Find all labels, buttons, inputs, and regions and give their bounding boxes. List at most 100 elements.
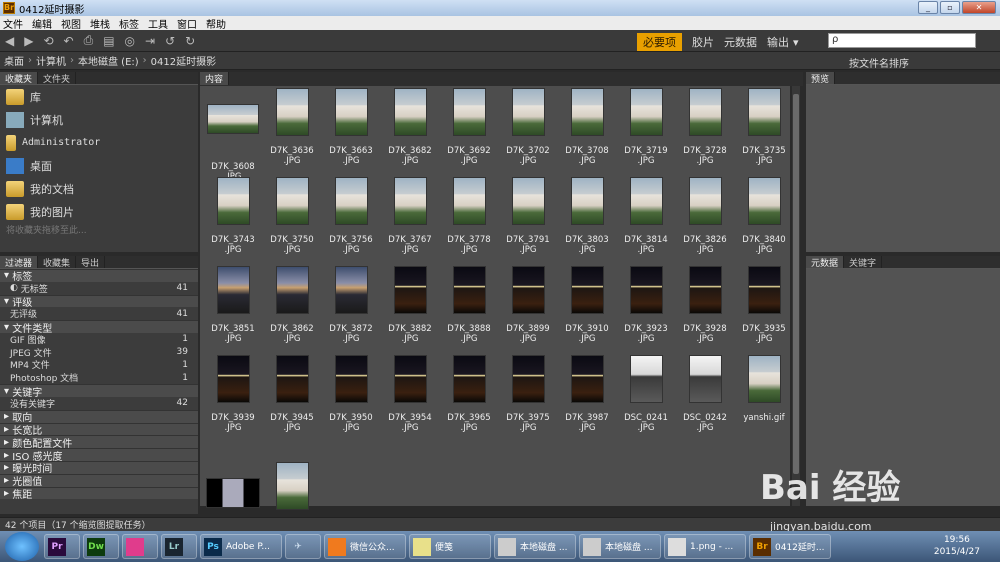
boomerang-icon[interactable]: ↶ bbox=[64, 34, 74, 48]
thumbnail-item[interactable]: D7K_3923 .JPG bbox=[617, 266, 675, 344]
thumbnail-item[interactable]: D7K_3756 .JPG bbox=[322, 177, 380, 255]
open-in-camera-raw-icon[interactable]: ◎ bbox=[125, 34, 135, 48]
favorite-item[interactable]: 桌面 bbox=[0, 154, 198, 177]
thumbnail-item[interactable]: D7K_3840 .JPG bbox=[735, 177, 793, 255]
thumbnail-item[interactable]: D7K_3750 .JPG bbox=[263, 177, 321, 255]
thumbnail-item[interactable]: D7K_3888 .JPG bbox=[440, 266, 498, 344]
thumbnail-item[interactable]: DSC_0241 .JPG bbox=[617, 355, 675, 433]
camera-icon[interactable]: ⎙ bbox=[84, 33, 94, 48]
thumbnail-item[interactable]: D7K_3702 .JPG bbox=[499, 88, 557, 166]
tab-preview[interactable]: 预览 bbox=[806, 72, 836, 85]
system-clock[interactable]: 19:56 2015/4/27 bbox=[934, 534, 980, 558]
favorite-item[interactable]: 计算机 bbox=[0, 108, 198, 131]
breadcrumb-drive[interactable]: 本地磁盘 (E:) bbox=[78, 53, 139, 68]
thumbnail-item[interactable]: D7K_3975 .JPG bbox=[499, 355, 557, 433]
taskbar-app-button[interactable]: 本地磁盘 ... bbox=[579, 534, 661, 559]
output-icon[interactable]: ⇥ bbox=[145, 34, 155, 48]
thumbnail-item[interactable]: D7K_3872 .JPG bbox=[322, 266, 380, 344]
favorite-item[interactable]: 我的图片 bbox=[0, 200, 198, 223]
tab-folders[interactable]: 文件夹 bbox=[38, 72, 77, 85]
filter-row[interactable]: MP4 文件 1 bbox=[0, 359, 198, 372]
taskbar-app-button[interactable] bbox=[122, 534, 158, 559]
menu-window[interactable]: 窗口 bbox=[177, 16, 197, 31]
filter-section-file-type[interactable]: ▾ 文件类型 bbox=[0, 320, 198, 335]
filter-section-color-profile[interactable]: ▸ 颜色配置文件 bbox=[0, 435, 198, 450]
filter-row[interactable]: Photoshop 文档 1 bbox=[0, 371, 198, 385]
workspace-output[interactable]: 输出 bbox=[767, 34, 789, 50]
filter-section-keywords[interactable]: ▾ 关键字 bbox=[0, 384, 198, 399]
thumbnail-item[interactable]: D7K_3663 .JPG bbox=[322, 88, 380, 166]
taskbar-app-button[interactable]: 本地磁盘 ... bbox=[494, 534, 576, 559]
thumbnail-item[interactable] bbox=[263, 462, 321, 510]
thumbnail-item[interactable]: D7K_3692 .JPG bbox=[440, 88, 498, 166]
thumbnail-item[interactable]: D7K_3636 .JPG bbox=[263, 88, 321, 166]
filter-section-aspect-ratio[interactable]: ▸ 长宽比 bbox=[0, 422, 198, 437]
thumbnail-item[interactable]: D7K_3882 .JPG bbox=[381, 266, 439, 344]
tab-keywords[interactable]: 关键字 bbox=[844, 256, 883, 269]
filter-section-iso[interactable]: ▸ ISO 感光度 bbox=[0, 448, 198, 463]
thumbnail-item[interactable]: DSC_0242 .JPG bbox=[676, 355, 734, 433]
recent-folder-icon[interactable]: ⟲ bbox=[43, 34, 53, 48]
thumbnail-item[interactable]: D7K_3928 .JPG bbox=[676, 266, 734, 344]
tab-content[interactable]: 内容 bbox=[200, 72, 230, 85]
filter-row[interactable]: 无评级 41 bbox=[0, 307, 198, 321]
filter-section-labels[interactable]: ▾ 标签 bbox=[0, 269, 198, 283]
tab-favorites[interactable]: 收藏夹 bbox=[0, 72, 39, 85]
content-scrollbar[interactable] bbox=[792, 86, 800, 506]
workspace-essentials[interactable]: 必要项 bbox=[637, 33, 682, 51]
thumbnail-item[interactable]: D7K_3939 .JPG bbox=[204, 355, 262, 433]
taskbar-app-button[interactable]: Lr bbox=[161, 534, 197, 559]
thumbnail-item[interactable]: D7K_3743 .JPG bbox=[204, 177, 262, 255]
thumbnail-item[interactable]: D7K_3735 .JPG bbox=[735, 88, 793, 166]
thumbnail-item[interactable]: D7K_3719 .JPG bbox=[617, 88, 675, 166]
menu-edit[interactable]: 编辑 bbox=[32, 16, 52, 31]
taskbar-app-button[interactable]: ✈ bbox=[285, 534, 321, 559]
breadcrumb-desktop[interactable]: 桌面 bbox=[4, 53, 24, 68]
thumbnail-item[interactable]: D7K_3682 .JPG bbox=[381, 88, 439, 166]
thumbnail-item[interactable]: D7K_3826 .JPG bbox=[676, 177, 734, 255]
filter-section-exposure[interactable]: ▸ 曝光时间 bbox=[0, 460, 198, 475]
taskbar-app-button[interactable]: 微信公众... bbox=[324, 534, 406, 559]
breadcrumb-computer[interactable]: 计算机 bbox=[36, 53, 66, 68]
filter-section-ratings[interactable]: ▾ 评级 bbox=[0, 294, 198, 309]
filter-row[interactable]: GIF 图像 1 bbox=[0, 333, 198, 346]
taskbar-app-button[interactable]: Ps Adobe P... bbox=[200, 534, 282, 559]
taskbar-app-button[interactable]: 1.png - ... bbox=[664, 534, 746, 559]
thumbnail-item[interactable]: D7K_3851 .JPG bbox=[204, 266, 262, 344]
sort-dropdown[interactable]: 按文件名排序 bbox=[849, 55, 909, 70]
thumbnail-item[interactable]: D7K_3987 .JPG bbox=[558, 355, 616, 433]
menu-tools[interactable]: 工具 bbox=[148, 16, 168, 31]
filter-section-orientation[interactable]: ▸ 取向 bbox=[0, 409, 198, 424]
thumbnail-item[interactable]: yanshi.gif bbox=[735, 355, 793, 423]
thumbnail-item[interactable]: D7K_3954 .JPG bbox=[381, 355, 439, 433]
thumbnail-item[interactable]: D7K_3778 .JPG bbox=[440, 177, 498, 255]
minimize-button[interactable]: _ bbox=[918, 1, 938, 14]
favorite-item[interactable]: 库 bbox=[0, 85, 198, 108]
thumbnail-item[interactable]: D7K_3803 .JPG bbox=[558, 177, 616, 255]
chevron-down-icon[interactable]: ▾ bbox=[793, 36, 799, 49]
rotate-left-icon[interactable]: ↺ bbox=[165, 34, 175, 48]
menu-stacks[interactable]: 堆栈 bbox=[90, 16, 110, 31]
thumbnail-item[interactable]: D7K_3814 .JPG bbox=[617, 177, 675, 255]
thumbnail-item[interactable] bbox=[204, 462, 262, 508]
thumbnail-item[interactable]: D7K_3728 .JPG bbox=[676, 88, 734, 166]
menu-view[interactable]: 视图 bbox=[61, 16, 81, 31]
search-input[interactable]: ρ bbox=[828, 33, 976, 48]
thumbnail-item[interactable]: D7K_3767 .JPG bbox=[381, 177, 439, 255]
refine-icon[interactable]: ▤ bbox=[103, 34, 114, 48]
menu-file[interactable]: 文件 bbox=[3, 16, 23, 31]
rotate-right-icon[interactable]: ↻ bbox=[185, 34, 195, 48]
maximize-button[interactable]: ▫ bbox=[940, 1, 960, 14]
filter-row[interactable]: JPEG 文件 39 bbox=[0, 346, 198, 359]
thumbnail-item[interactable]: D7K_3791 .JPG bbox=[499, 177, 557, 255]
filter-section-focal-length[interactable]: ▸ 焦距 bbox=[0, 486, 198, 501]
close-button[interactable]: ✕ bbox=[962, 1, 996, 14]
thumbnail-item[interactable]: D7K_3708 .JPG bbox=[558, 88, 616, 166]
taskbar-app-button[interactable]: Pr bbox=[44, 534, 80, 559]
workspace-metadata[interactable]: 元数据 bbox=[724, 34, 757, 50]
workspace-filmstrip[interactable]: 胶片 bbox=[692, 34, 714, 50]
tab-collections[interactable]: 收藏集 bbox=[38, 256, 77, 269]
thumbnail-item[interactable]: D7K_3935 .JPG bbox=[735, 266, 793, 344]
filter-section-aperture[interactable]: ▸ 光圈值 bbox=[0, 473, 198, 488]
taskbar-app-button[interactable]: Br 0412延时... bbox=[749, 534, 831, 559]
